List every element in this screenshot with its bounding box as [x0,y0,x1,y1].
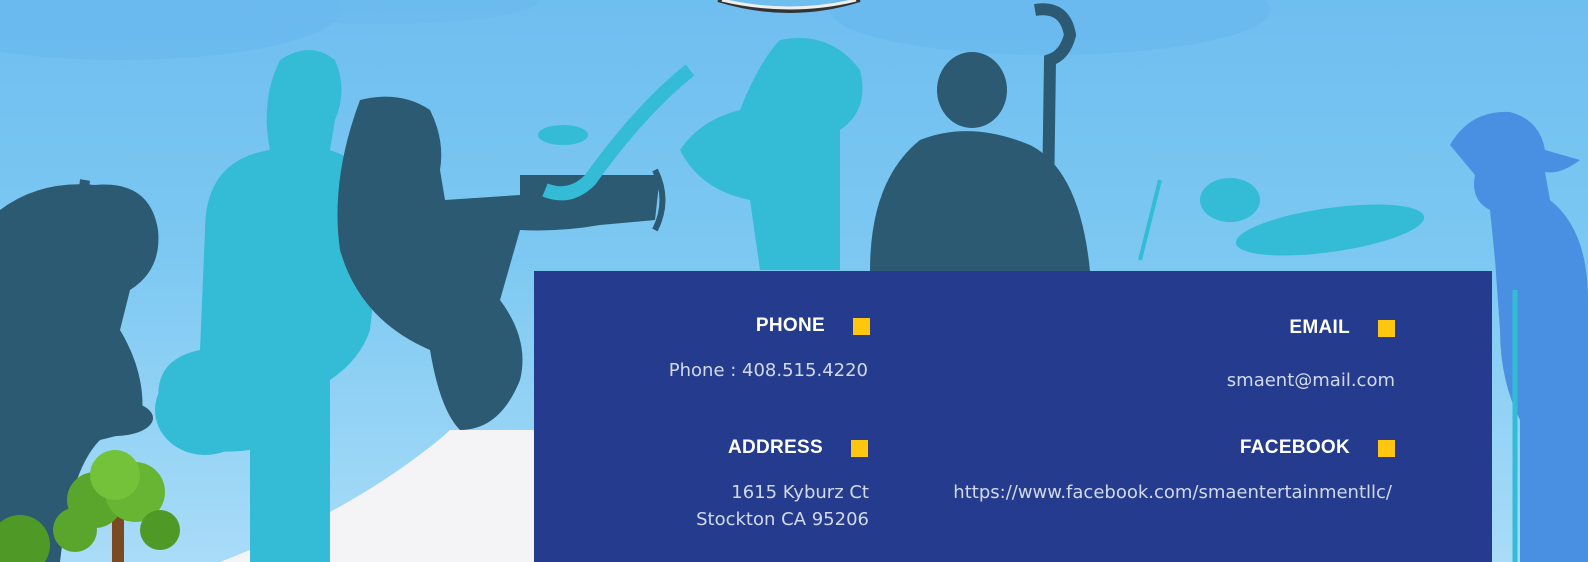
email-accent-square [1378,319,1395,337]
email-value[interactable]: smaent@mail.com [1227,367,1395,394]
address-heading-label: ADDRESS [727,437,823,458]
address-accent-square [851,439,868,457]
contact-panel: PHONE Phone : 408.515.4220 EMAIL smaent@… [534,271,1492,562]
email-heading-label: EMAIL [1289,317,1350,338]
facebook-heading: FACEBOOK [1240,437,1395,459]
phone-accent-square [853,317,870,335]
phone-heading: PHONE [756,315,870,337]
address-line-2: Stockton CA 95206 [696,509,869,530]
facebook-heading-label: FACEBOOK [1239,437,1350,458]
email-heading: EMAIL [1289,317,1395,339]
facebook-accent-square [1378,439,1395,457]
phone-value[interactable]: Phone : 408.515.4220 [669,357,868,384]
facebook-link[interactable]: https://www.facebook.com/smaentertainmen… [953,479,1392,506]
address-value: 1615 Kyburz Ct Stockton CA 95206 [696,479,869,533]
address-heading: ADDRESS [728,437,868,459]
phone-heading-label: PHONE [755,315,825,336]
address-line-1: 1615 Kyburz Ct [731,482,869,503]
